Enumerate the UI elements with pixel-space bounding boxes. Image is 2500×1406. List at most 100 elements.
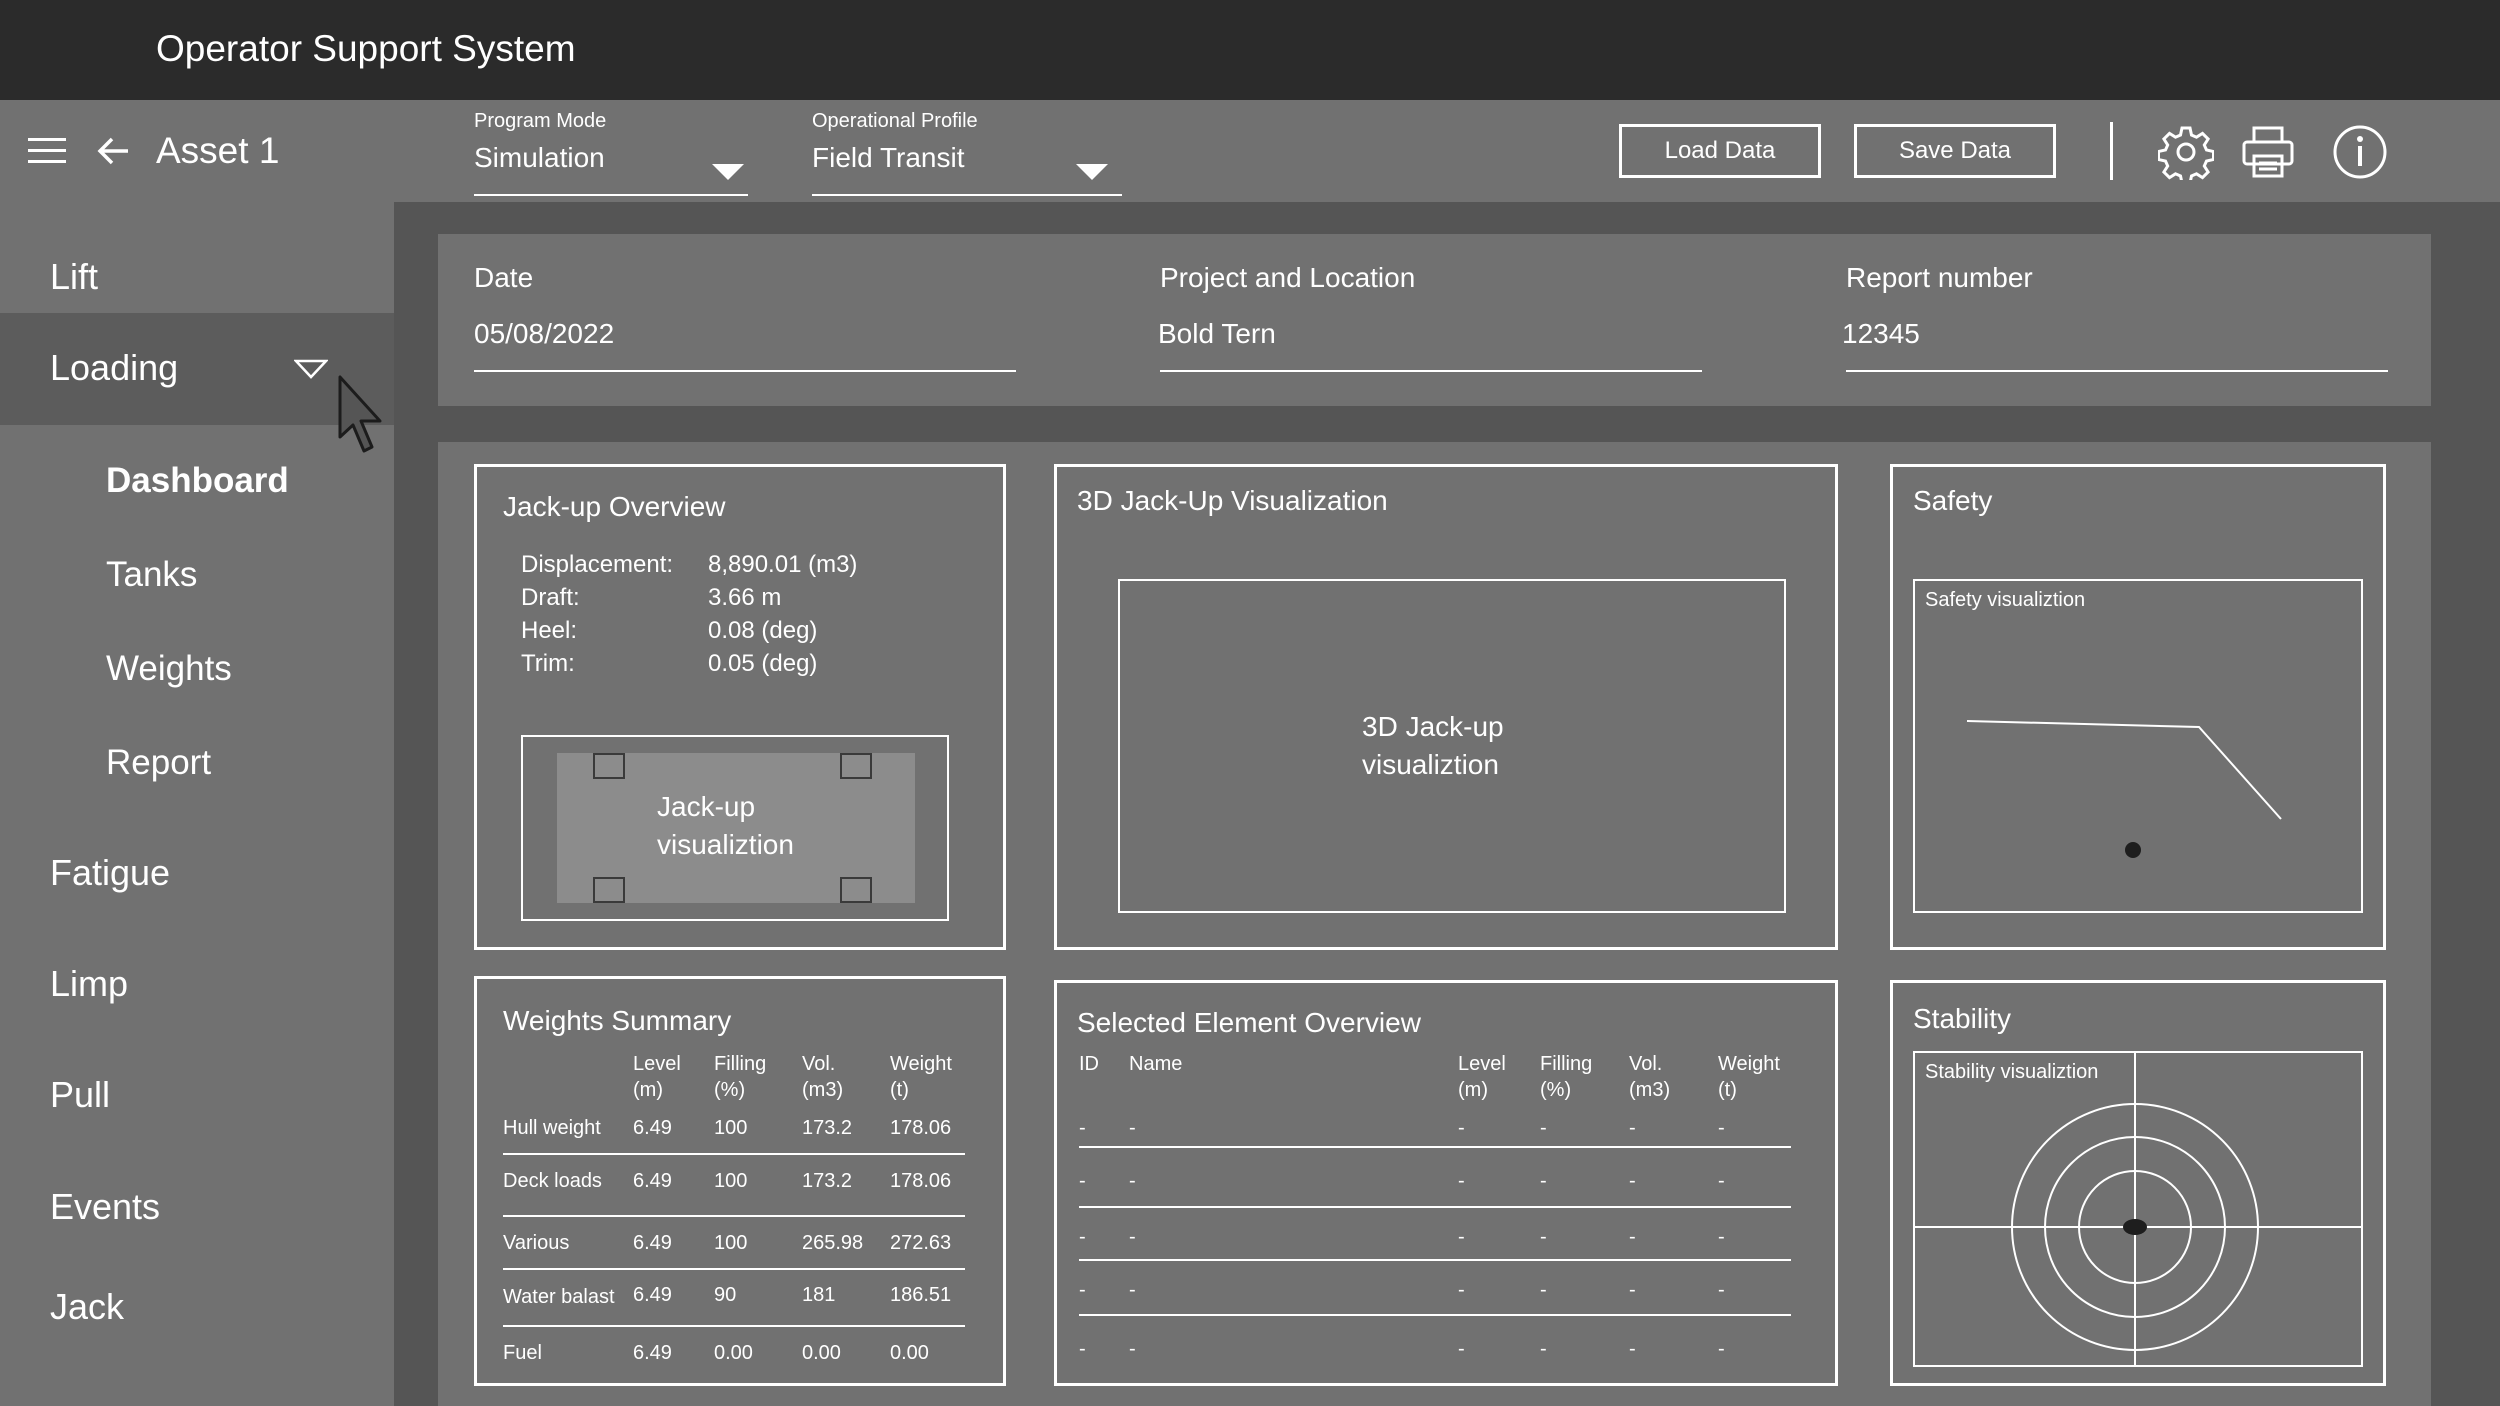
jackup-overview-title: Jack-up Overview <box>503 491 726 522</box>
row-vol: - <box>1629 1279 1636 1301</box>
row-weight: 272.63 <box>890 1232 952 1254</box>
row-weight: 186.51 <box>890 1284 952 1306</box>
project-location-field[interactable]: Bold Tern <box>1158 318 1276 350</box>
row-divider <box>503 1153 965 1155</box>
displacement-value: 8,890.01 (m3) <box>708 551 858 578</box>
heel-label: Heel: <box>521 617 578 644</box>
row-weight: - <box>1718 1338 1725 1360</box>
program-mode-dropdown[interactable]: Program Mode Simulation <box>474 110 748 200</box>
column-header-filling-unit: (%) <box>714 1079 746 1101</box>
project-location-underline <box>1160 370 1702 372</box>
row-level: 6.49 <box>633 1342 672 1364</box>
column-header-vol-unit: (m3) <box>1629 1079 1671 1101</box>
row-vol: - <box>1629 1117 1636 1139</box>
row-name: Water balast <box>503 1286 615 1308</box>
row-filling: - <box>1540 1338 1547 1360</box>
program-mode-label: Program Mode <box>474 110 607 132</box>
sidebar-item-lift[interactable]: Lift <box>50 256 98 298</box>
save-data-button[interactable]: Save Data <box>1854 124 2056 178</box>
column-header-vol: Vol. <box>802 1053 836 1075</box>
operational-profile-label: Operational Profile <box>812 110 978 132</box>
row-name: - <box>1129 1117 1136 1139</box>
project-location-label: Project and Location <box>1160 262 1416 293</box>
row-divider <box>503 1215 965 1217</box>
row-vol: 0.00 <box>802 1342 841 1364</box>
chevron-down-icon[interactable] <box>712 164 744 180</box>
sidebar-item-limp[interactable]: Limp <box>50 963 128 1005</box>
row-vol: - <box>1629 1170 1636 1192</box>
sidebar-subitem-report[interactable]: Report <box>106 743 211 783</box>
sidebar-item-jack[interactable]: Jack <box>50 1286 124 1328</box>
jackup-visualization-text: visualiztion <box>657 829 794 860</box>
3d-visualization-box[interactable]: 3D Jack-up visualiztion <box>1118 579 1786 913</box>
date-field[interactable]: 05/08/2022 <box>474 318 614 350</box>
sidebar-item-pull[interactable]: Pull <box>50 1074 110 1116</box>
row-name: Hull weight <box>503 1117 601 1139</box>
safety-card: Safety Safety visualiztion <box>1890 464 2386 950</box>
operational-profile-underline <box>812 194 1122 196</box>
sidebar-item-fatigue[interactable]: Fatigue <box>50 852 170 894</box>
safety-title: Safety <box>1913 485 1993 516</box>
row-filling: - <box>1540 1170 1547 1192</box>
stability-target <box>1915 1053 2361 1365</box>
row-weight: 178.06 <box>890 1117 952 1139</box>
3d-visualization-card: 3D Jack-Up Visualization 3D Jack-up visu… <box>1054 464 1838 950</box>
operational-profile-dropdown[interactable]: Operational Profile Field Transit <box>812 110 1122 200</box>
column-header-filling-unit: (%) <box>1540 1079 1572 1101</box>
report-number-label: Report number <box>1846 262 2033 293</box>
app-title: Operator Support System <box>156 28 576 69</box>
column-header-vol: Vol. <box>1629 1053 1663 1075</box>
row-weight: - <box>1718 1226 1725 1248</box>
sidebar-subitem-dashboard[interactable]: Dashboard <box>106 461 289 501</box>
3d-visualization-placeholder: 3D Jack-up <box>1362 711 1504 742</box>
sidebar-item-loading[interactable]: Loading <box>50 347 178 389</box>
chevron-down-icon[interactable] <box>1076 164 1108 180</box>
jackup-leg-icon <box>840 753 872 779</box>
report-number-field[interactable]: 12345 <box>1842 318 1920 350</box>
row-filling: - <box>1540 1226 1547 1248</box>
row-filling: 100 <box>714 1232 748 1254</box>
date-label: Date <box>474 262 534 293</box>
program-mode-value: Simulation <box>474 142 605 173</box>
stability-visualization-box: Stability visualiztion <box>1913 1051 2363 1367</box>
back-arrow-icon[interactable] <box>96 133 132 169</box>
sidebar-subitem-tanks[interactable]: Tanks <box>106 555 197 595</box>
jackup-leg-icon <box>840 877 872 903</box>
menu-icon[interactable] <box>28 136 68 166</box>
row-weight: 0.00 <box>890 1342 929 1364</box>
program-mode-underline <box>474 194 748 196</box>
row-divider <box>1079 1259 1791 1261</box>
sidebar-item-events[interactable]: Events <box>50 1186 160 1228</box>
row-id: - <box>1079 1279 1086 1301</box>
row-vol: 173.2 <box>802 1117 853 1139</box>
weights-summary-card: Weights Summary Level (m) Filling (%) Vo… <box>474 976 1006 1386</box>
dashboard-panel: Jack-up Overview Displacement: 8,890.01 … <box>438 442 2431 1406</box>
row-id: - <box>1079 1170 1086 1192</box>
column-header-name: Name <box>1129 1053 1183 1075</box>
column-header-filling: Filling <box>1540 1053 1593 1075</box>
selected-element-card: Selected Element Overview ID Name Level … <box>1054 980 1838 1386</box>
safety-curve <box>1966 720 2282 858</box>
jackup-visualization-text: Jack-up <box>657 791 756 822</box>
row-filling: - <box>1540 1117 1547 1139</box>
row-level: - <box>1458 1226 1465 1248</box>
title-bar: Operator Support System <box>0 0 2500 100</box>
chevron-down-icon[interactable] <box>294 358 328 380</box>
selected-element-title: Selected Element Overview <box>1077 1007 1421 1038</box>
gear-icon[interactable] <box>2158 124 2214 180</box>
info-icon[interactable] <box>2332 124 2388 180</box>
column-header-id: ID <box>1079 1053 1099 1075</box>
row-weight: - <box>1718 1279 1725 1301</box>
jackup-overview-card: Jack-up Overview Displacement: 8,890.01 … <box>474 464 1006 950</box>
sidebar-subitem-weights[interactable]: Weights <box>106 649 232 689</box>
row-filling: 100 <box>714 1117 748 1139</box>
stability-title: Stability <box>1913 1003 2012 1034</box>
row-name: - <box>1129 1170 1136 1192</box>
printer-icon[interactable] <box>2240 124 2296 180</box>
row-divider <box>1079 1146 1791 1148</box>
row-name: - <box>1129 1279 1136 1301</box>
row-name: Deck loads <box>503 1170 602 1192</box>
row-filling: 90 <box>714 1284 737 1306</box>
load-data-button[interactable]: Load Data <box>1619 124 1821 178</box>
row-divider <box>1079 1206 1791 1208</box>
